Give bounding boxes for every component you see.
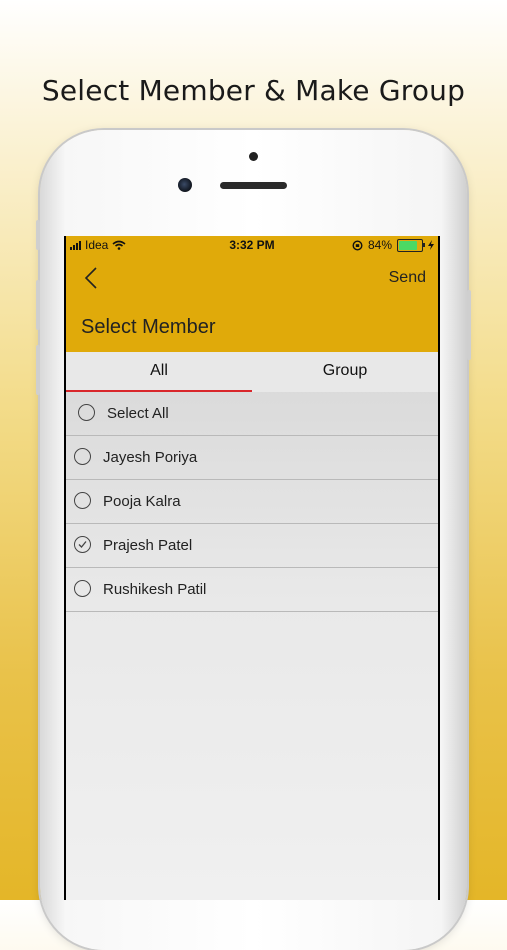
battery-percent: 84% bbox=[367, 238, 392, 252]
proximity-sensor bbox=[249, 152, 258, 161]
earpiece-speaker bbox=[220, 182, 287, 189]
battery-icon bbox=[397, 238, 425, 252]
front-camera bbox=[178, 178, 192, 192]
back-button[interactable] bbox=[84, 266, 104, 292]
list-item[interactable]: Jayesh Poriya bbox=[66, 436, 438, 480]
volume-down-button bbox=[36, 345, 40, 395]
list-item[interactable]: Pooja Kalra bbox=[66, 480, 438, 524]
select-all-label: Select All bbox=[107, 405, 169, 422]
tab-group[interactable]: Group bbox=[252, 352, 438, 390]
status-bar: Idea 3:32 PM 84% bbox=[66, 236, 438, 254]
member-radio[interactable] bbox=[74, 448, 91, 465]
checkmark-icon bbox=[78, 541, 87, 548]
select-all-row[interactable]: Select All bbox=[66, 392, 438, 436]
member-name: Pooja Kalra bbox=[103, 493, 181, 510]
list-item[interactable]: Prajesh Patel bbox=[66, 524, 438, 568]
phone-screen: Idea 3:32 PM 84% Send Select Member All … bbox=[64, 236, 440, 900]
member-list: Select All Jayesh Poriya Pooja Kalra Pra… bbox=[66, 392, 438, 612]
page-title: Select Member bbox=[81, 316, 216, 338]
member-name: Jayesh Poriya bbox=[103, 449, 198, 466]
volume-up-button bbox=[36, 280, 40, 330]
chevron-left-icon bbox=[84, 267, 97, 289]
charging-bolt-icon bbox=[428, 240, 434, 250]
tab-all[interactable]: All bbox=[66, 352, 252, 392]
promo-headline: Select Member & Make Group bbox=[41, 74, 466, 107]
member-radio[interactable] bbox=[74, 492, 91, 509]
orientation-lock-icon bbox=[352, 239, 363, 251]
member-radio-checked[interactable] bbox=[74, 536, 91, 553]
member-name: Rushikesh Patil bbox=[103, 581, 207, 598]
app-screen: Idea 3:32 PM 84% Send Select Member All … bbox=[66, 236, 438, 900]
send-button[interactable]: Send bbox=[389, 269, 426, 287]
mute-switch bbox=[36, 220, 40, 250]
list-item[interactable]: Rushikesh Patil bbox=[66, 568, 438, 612]
select-all-radio[interactable] bbox=[78, 404, 95, 421]
power-button bbox=[467, 290, 471, 360]
tab-bar: All Group bbox=[66, 352, 438, 392]
member-radio[interactable] bbox=[74, 580, 91, 597]
member-name: Prajesh Patel bbox=[103, 537, 193, 554]
app-header: Idea 3:32 PM 84% Send Select Member bbox=[66, 236, 438, 352]
